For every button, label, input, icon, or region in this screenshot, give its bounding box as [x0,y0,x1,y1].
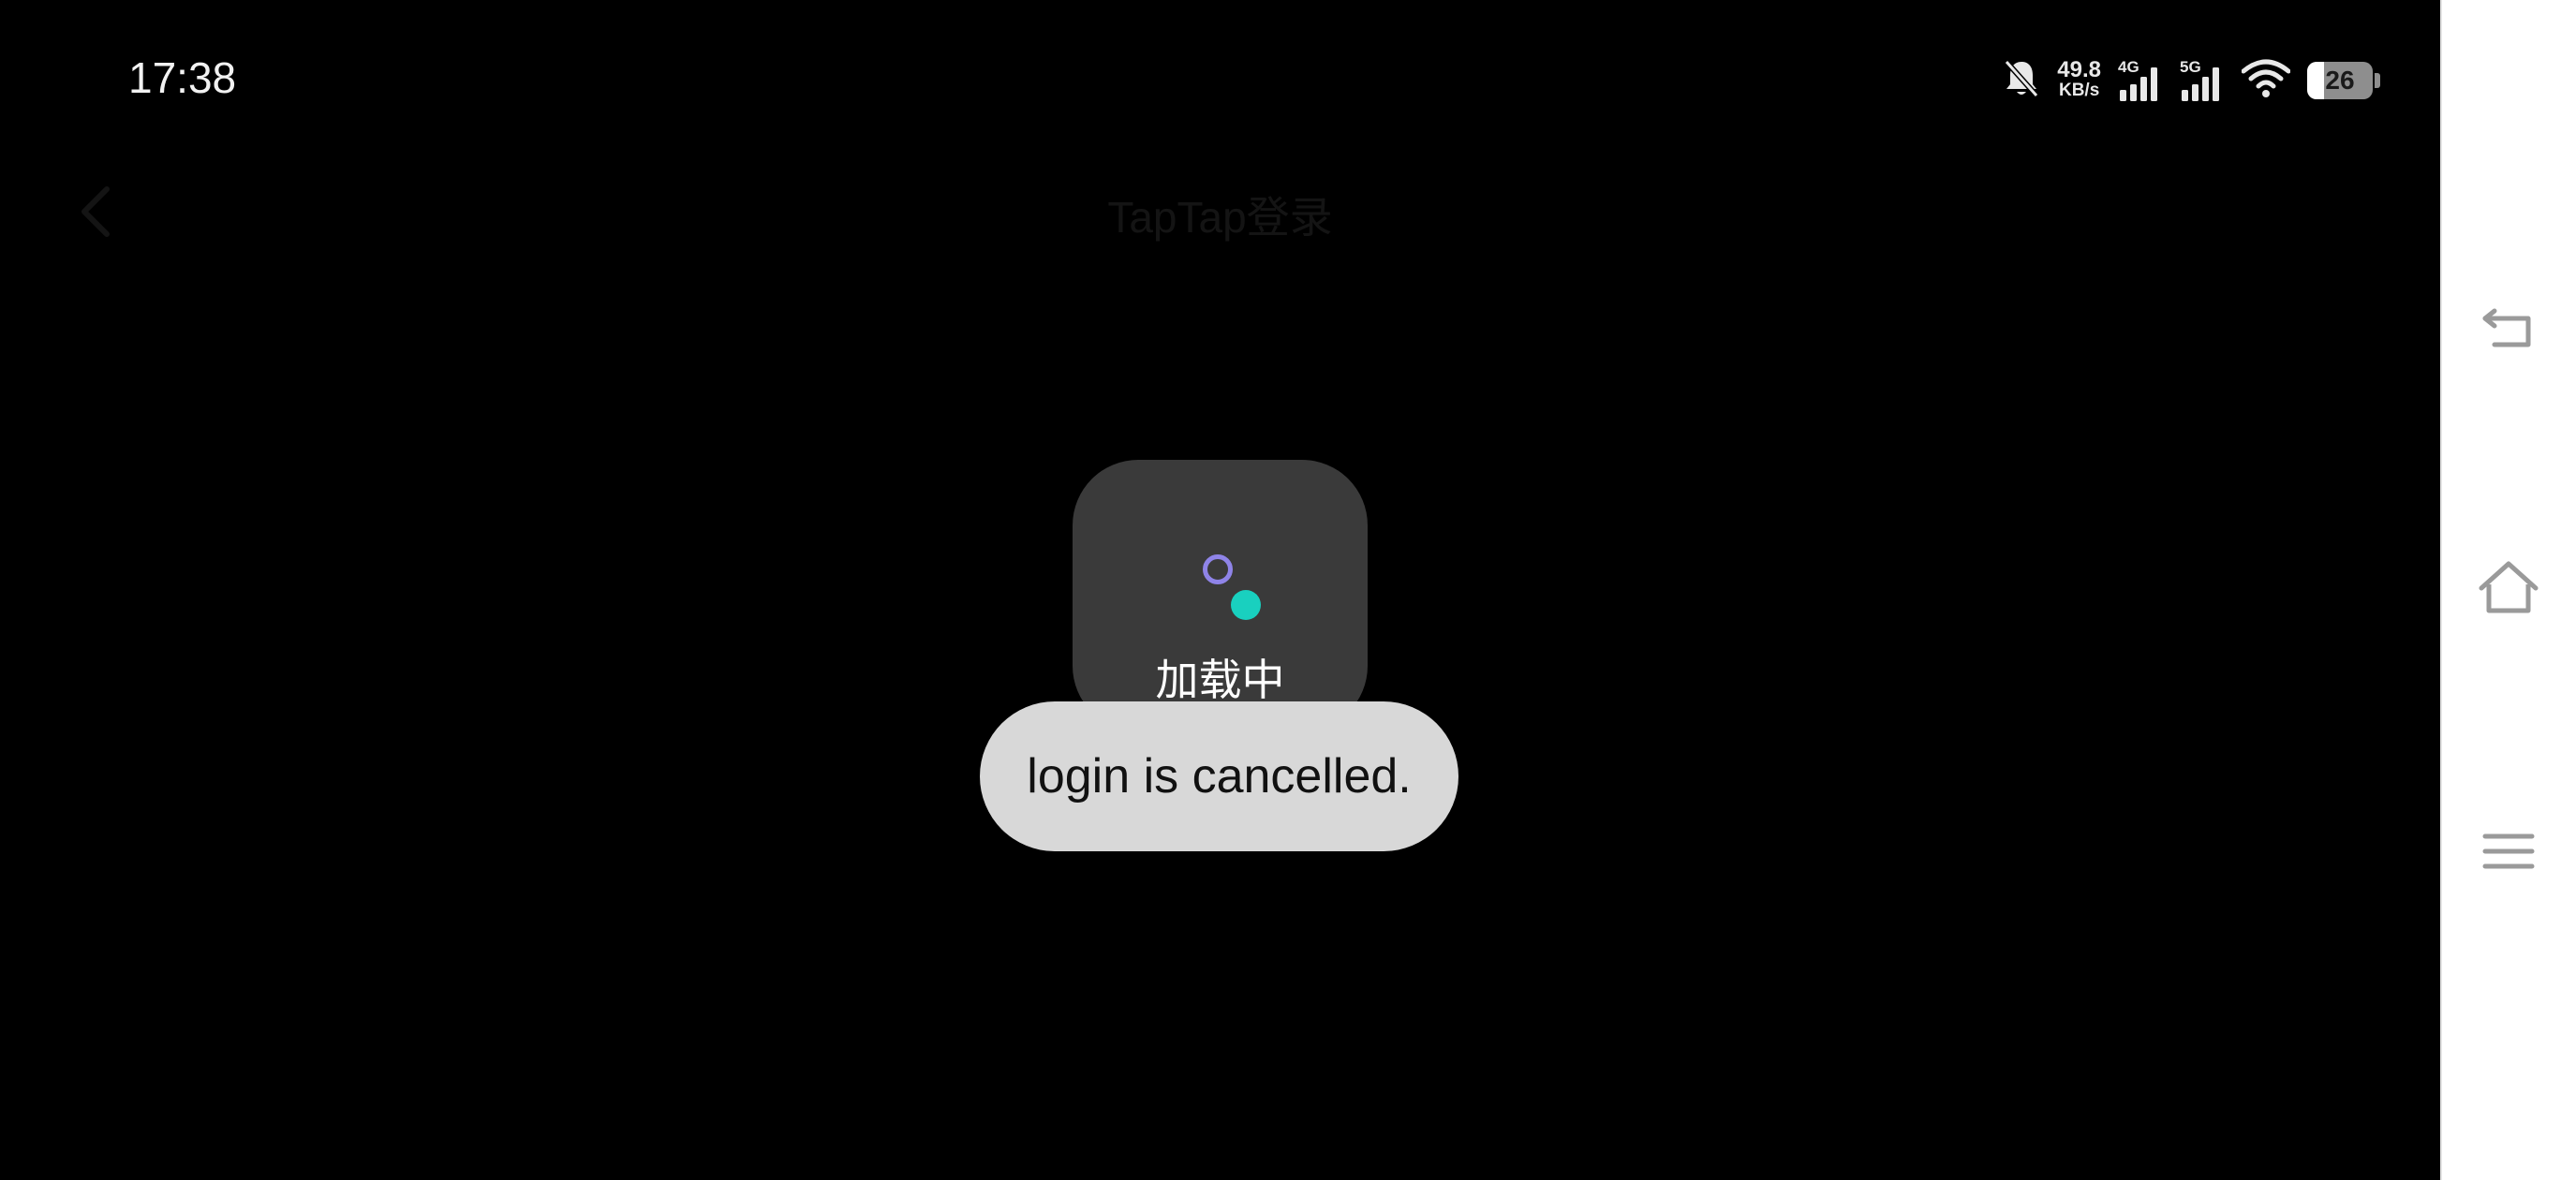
mute-bell-icon [2003,58,2040,104]
page-title: TapTap登录 [1107,193,1333,242]
menu-icon[interactable] [2476,819,2541,885]
toast-message: login is cancelled. [980,701,1458,851]
status-time: 17:38 [128,53,237,102]
loading-ring-icon [1203,554,1233,584]
signal-5g-icon: 5G [2180,58,2225,103]
battery-percent: 26 [2325,66,2355,95]
loading-dot-icon [1231,590,1261,620]
signal-4g-icon: 4G [2118,58,2163,103]
toast-text: login is cancelled. [1027,749,1412,804]
signal-4g-label: 4G [2118,58,2139,76]
back-icon[interactable] [2476,296,2541,361]
status-icons: 49.8 KB/s 4G 5G 26 [2003,58,2380,103]
battery-tip [2375,73,2380,88]
network-speed-value: 49.8 [2057,57,2101,82]
home-icon[interactable] [2476,556,2541,622]
app-screen: 17:38 49.8 KB/s 4G 5G 26 TapTap登录 加载中 lo… [0,0,2440,1180]
network-speed-unit: KB/s [2058,81,2100,100]
system-nav-bar [2440,0,2576,1180]
wifi-icon [2241,58,2291,104]
signal-5g-label: 5G [2180,58,2201,76]
battery-icon: 26 [2307,62,2373,99]
loading-label: 加载中 [1155,656,1285,704]
network-speed: 49.8 KB/s [2057,57,2101,101]
